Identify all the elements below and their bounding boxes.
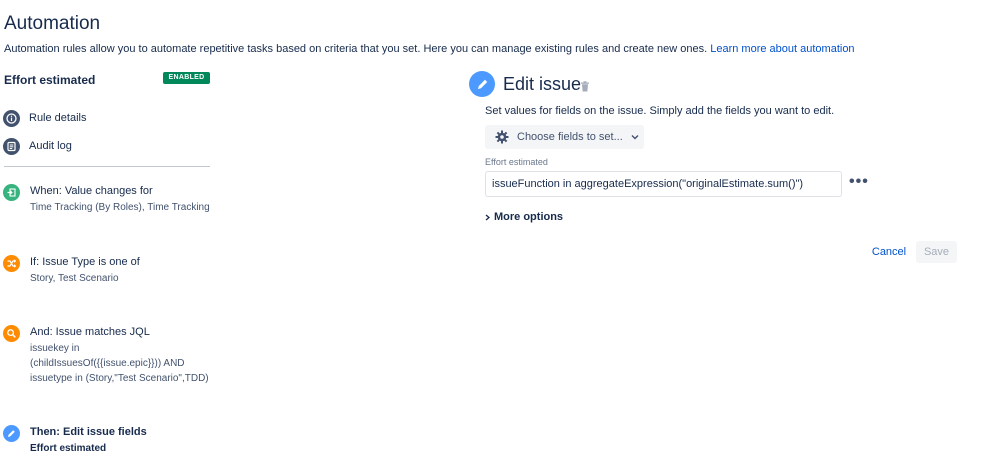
- condition-shuffle-icon: [3, 255, 20, 272]
- page-title: Automation: [4, 13, 101, 34]
- audit-log-icon: [3, 137, 20, 155]
- pencil-icon: [469, 71, 495, 97]
- step-detail-line: (childIssuesOf({{issue.epic}})) AND: [30, 358, 185, 369]
- page-description: Automation rules allow you to automate r…: [4, 43, 855, 55]
- step-title: And: Issue matches JQL: [30, 326, 150, 338]
- pencil-icon: [3, 425, 20, 442]
- step-detail-line: Story, Test Scenario: [30, 273, 119, 284]
- search-icon: [3, 325, 20, 342]
- choose-fields-button[interactable]: Choose fields to set...: [485, 125, 644, 149]
- learn-more-link[interactable]: Learn more about automation: [710, 43, 854, 55]
- step-detail: Time Tracking (By Roles), Time Tracking: [30, 200, 210, 215]
- step-detail: Effort estimated: [30, 441, 106, 456]
- page-description-text: Automation rules allow you to automate r…: [4, 43, 708, 55]
- info-icon: [3, 109, 20, 127]
- step-detail-line: issuetype in (Story,"Test Scenario",TDD): [30, 373, 209, 384]
- step-detail: Story, Test Scenario: [30, 271, 119, 286]
- step-title: If: Issue Type is one of: [30, 256, 140, 268]
- more-actions-icon[interactable]: •••: [849, 174, 869, 190]
- chevron-down-icon: [631, 134, 639, 140]
- save-button[interactable]: Save: [916, 241, 957, 263]
- status-badge: ENABLED: [163, 72, 210, 84]
- sidebar-divider: [4, 166, 210, 167]
- effort-estimated-label: Effort estimated: [485, 157, 548, 167]
- step-condition-jql[interactable]: And: Issue matches JQL issuekey in (chil…: [3, 325, 213, 387]
- more-options-toggle[interactable]: More options: [485, 208, 563, 226]
- edit-issue-title: Edit issue: [503, 74, 582, 94]
- step-detail: issuekey in (childIssuesOf({{issue.epic}…: [30, 341, 209, 386]
- step-detail-line: issuekey in: [30, 343, 80, 354]
- more-options-label: More options: [494, 211, 564, 223]
- rule-name: Effort estimated: [4, 73, 96, 87]
- effort-estimated-input[interactable]: [485, 171, 842, 197]
- trash-icon[interactable]: [580, 79, 590, 97]
- nav-item-label: Audit log: [29, 140, 72, 152]
- step-title: Then: Edit issue fields: [30, 426, 147, 438]
- cancel-button[interactable]: Cancel: [866, 241, 912, 263]
- gear-icon: [495, 130, 509, 144]
- step-title: When: Value changes for: [30, 185, 153, 197]
- step-detail-line: Effort estimated: [30, 443, 107, 454]
- step-condition-issue-type[interactable]: If: Issue Type is one of Story, Test Sce…: [3, 255, 213, 289]
- chevron-right-icon: [485, 208, 491, 226]
- choose-fields-label: Choose fields to set...: [517, 131, 623, 143]
- step-trigger[interactable]: When: Value changes for Time Tracking (B…: [3, 184, 213, 218]
- nav-item-label: Rule details: [29, 112, 87, 124]
- step-action-edit-issue[interactable]: Then: Edit issue fields Effort estimated: [3, 425, 213, 459]
- trigger-icon: [3, 184, 20, 201]
- nav-item-rule-details[interactable]: Rule details: [3, 109, 86, 127]
- step-detail-line: Time Tracking (By Roles), Time Tracking: [30, 202, 210, 213]
- edit-issue-description: Set values for fields on the issue. Simp…: [485, 105, 835, 117]
- nav-item-audit-log[interactable]: Audit log: [3, 137, 72, 155]
